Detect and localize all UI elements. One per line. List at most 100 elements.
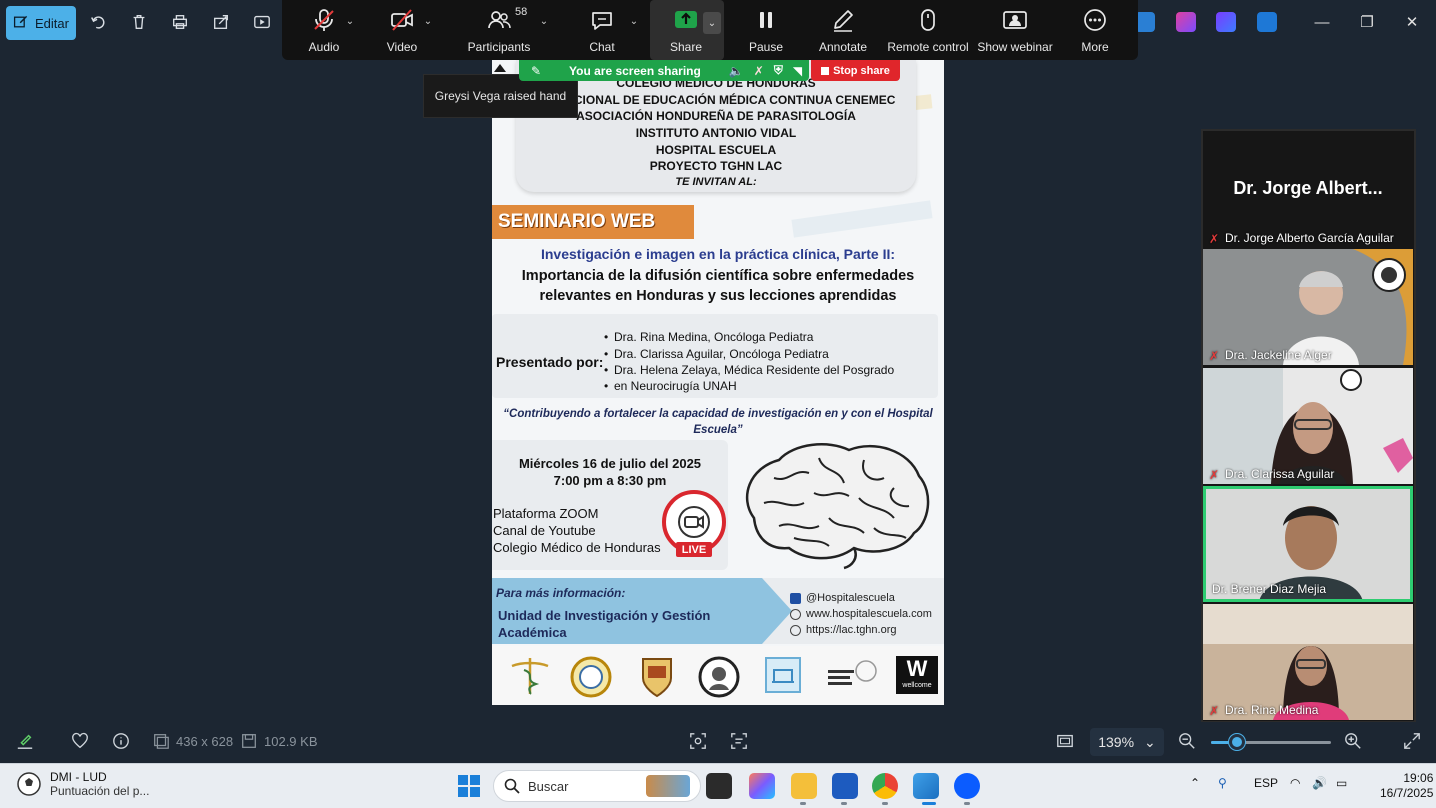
weather-widget[interactable]: DMI - LUD Puntuación del p...	[16, 770, 149, 798]
location-mic-icon[interactable]: ⚲	[1218, 776, 1227, 790]
seal-logo-1	[570, 656, 612, 698]
fullscreen-icon[interactable]	[1403, 732, 1421, 750]
chat-button[interactable]: Chat	[582, 0, 622, 60]
zoom-app-icon[interactable]	[954, 773, 980, 799]
participant-tile[interactable]: ✗ Dra. Rina Medina	[1203, 604, 1413, 720]
video-button[interactable]: Video	[382, 0, 422, 60]
mic-muted-icon: ✗	[1209, 349, 1220, 363]
running-indicator	[841, 802, 847, 805]
task-view-icon[interactable]	[706, 773, 732, 799]
app-icon-3[interactable]	[1216, 12, 1236, 32]
scan-text-icon[interactable]	[689, 732, 707, 750]
copilot-icon[interactable]	[749, 773, 775, 799]
unit-name: Unidad de Investigación y Gestión Académ…	[498, 608, 711, 640]
ocr-icon[interactable]	[730, 732, 748, 750]
info-icon[interactable]	[112, 732, 130, 750]
slideshow-icon[interactable]	[251, 11, 273, 33]
app-icon-1[interactable]	[1135, 12, 1155, 32]
pause-icon	[760, 12, 772, 28]
language-indicator[interactable]: ESP	[1254, 776, 1278, 790]
participant-name: Dra. Clarissa Aguilar	[1225, 467, 1335, 481]
globe-icon	[790, 608, 801, 620]
contact-web: www.hospitalescuela.com	[790, 608, 932, 620]
zoom-in-icon[interactable]	[1344, 732, 1362, 750]
speaker-icon[interactable]: 🔈	[729, 64, 744, 78]
show-webinar-button[interactable]: Show webinar	[976, 0, 1054, 60]
wifi-icon[interactable]: ◠	[1290, 776, 1300, 790]
video-caret-icon[interactable]: ⌄	[421, 16, 435, 30]
pause-label: Pause	[748, 40, 784, 54]
signal-icon: ◥	[792, 63, 803, 78]
annotate-button[interactable]: Annotate	[815, 0, 871, 60]
minimize-icon[interactable]: —	[1312, 12, 1332, 32]
share-caret-icon[interactable]: ⌄	[703, 12, 721, 34]
share-file-icon[interactable]	[210, 11, 232, 33]
tray-chevron-icon[interactable]: ⌃	[1190, 776, 1200, 790]
mic-muted-icon: ✗	[1209, 468, 1220, 482]
edit-button[interactable]: Editar	[6, 6, 76, 40]
audio-button[interactable]: Audio	[304, 0, 344, 60]
poster-stripe	[791, 200, 933, 238]
participants-icon	[488, 11, 511, 29]
presenter-item: Dra. Clarissa Aguilar, Oncóloga Pediatra	[604, 347, 829, 361]
print-icon[interactable]	[169, 11, 191, 33]
participant-tile-active-speaker[interactable]: Dr. Brener Diaz Mejia	[1203, 486, 1413, 602]
start-button[interactable]	[456, 773, 482, 799]
chat-caret-icon[interactable]: ⌄	[627, 16, 641, 30]
screen-sharing-banner: ✎ You are screen sharing 🔈 ✗ ⛨ ◥	[519, 60, 809, 81]
poster-title-line1: Investigación e imagen en la práctica cl…	[540, 246, 896, 262]
delete-icon[interactable]	[128, 11, 150, 33]
battery-icon[interactable]: ▭	[1336, 776, 1347, 790]
remote-control-button[interactable]: Remote control	[886, 0, 970, 60]
share-screen-icon	[675, 11, 697, 28]
more-button[interactable]: More	[1075, 0, 1115, 60]
word-icon[interactable]	[832, 773, 858, 799]
zoom-out-icon[interactable]	[1178, 732, 1196, 750]
platform-line: Canal de Youtube	[493, 523, 596, 538]
presenter-item: Dra. Helena Zelaya, Médica Residente del…	[604, 363, 894, 377]
mic-muted-icon[interactable]: ✗	[754, 64, 764, 78]
participant-name-row: Dr. Brener Diaz Mejia	[1212, 582, 1326, 596]
participant-name: Dra. Rina Medina	[1225, 703, 1319, 717]
participant-tile[interactable]: ✗ Dra. Clarissa Aguilar	[1203, 368, 1413, 484]
rotate-icon[interactable]	[87, 11, 109, 33]
show-webinar-label: Show webinar	[977, 40, 1053, 54]
taskbar-search[interactable]: Buscar	[493, 770, 701, 802]
file-size-text: 102.9 KB	[264, 733, 318, 749]
stop-share-button[interactable]: Stop share	[811, 60, 900, 81]
zoom-level-dropdown[interactable]: 139% ⌄	[1090, 728, 1164, 756]
favorite-icon[interactable]	[71, 732, 89, 750]
share-button[interactable]: Share	[666, 0, 706, 60]
pause-button[interactable]: Pause	[746, 0, 786, 60]
chrome-icon[interactable]	[872, 773, 898, 799]
chat-label: Chat	[589, 40, 615, 54]
draw-icon[interactable]	[16, 732, 34, 750]
app-icon-4[interactable]	[1257, 12, 1277, 32]
participant-tile[interactable]: ✗ Dra. Jackeline Alger	[1203, 249, 1413, 365]
stop-share-label: Stop share	[833, 64, 890, 77]
contact-text: www.hospitalescuela.com	[806, 608, 932, 620]
presented-by-label: Presentado por:	[496, 354, 604, 370]
presenter-item-cont: en Neurocirugía UNAH	[604, 379, 737, 393]
audio-caret-icon[interactable]: ⌄	[343, 16, 357, 30]
sharing-drag-icon[interactable]: ✎	[531, 64, 541, 78]
app-icon-2[interactable]	[1176, 12, 1196, 32]
taskbar-clock[interactable]: 19:06 16/7/2025	[1380, 771, 1433, 801]
screen: Editar — ❐ ✕ Audio ⌄ Video ⌄ Participant…	[0, 0, 1436, 808]
restore-icon[interactable]: ❐	[1357, 12, 1377, 32]
close-icon[interactable]: ✕	[1402, 12, 1422, 32]
photos-icon[interactable]	[913, 773, 939, 799]
edit-icon	[13, 14, 29, 33]
security-icon[interactable]: ⛨	[774, 63, 783, 78]
edit-label: Editar	[35, 15, 69, 31]
seal-logo-2	[698, 656, 740, 698]
zoom-slider-thumb[interactable]	[1229, 734, 1246, 750]
mic-muted-icon: ✗	[1209, 232, 1220, 246]
file-explorer-icon[interactable]	[791, 773, 817, 799]
volume-icon[interactable]: 🔊	[1312, 776, 1327, 790]
participant-tile[interactable]: ✗ Dr. Jorge Alberto García Aguilar	[1203, 228, 1413, 248]
participants-caret-icon[interactable]: ⌄	[537, 16, 551, 30]
clock-date: 16/7/2025	[1380, 786, 1434, 800]
fit-screen-icon[interactable]	[1056, 732, 1074, 750]
wellcome-logo: W wellcome	[896, 656, 938, 694]
